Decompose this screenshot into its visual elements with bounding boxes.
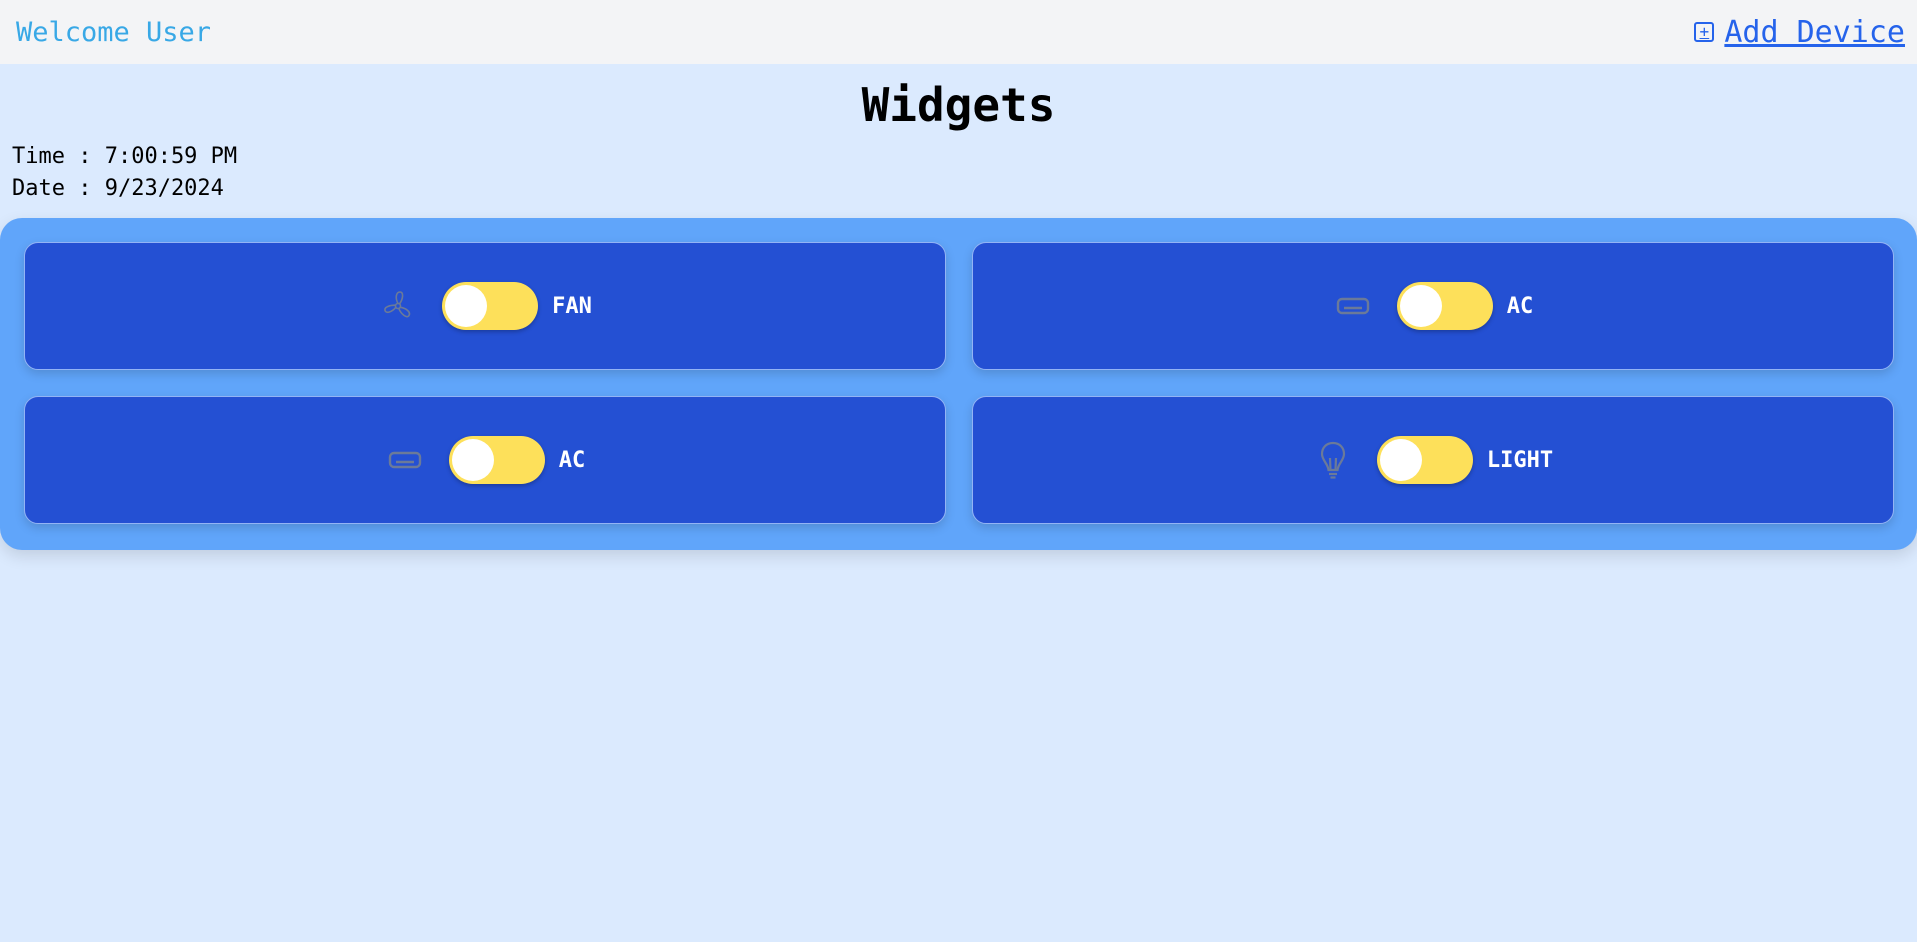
device-label: AC [558, 447, 586, 473]
air-conditioner-icon [1333, 286, 1373, 326]
page-title: Widgets [861, 78, 1056, 132]
device-card-ac: AC [972, 242, 1894, 370]
toggle-knob [451, 439, 494, 481]
light-toggle[interactable] [1376, 436, 1473, 484]
fan-icon [378, 286, 418, 326]
time-display: Time : 7:00:59 PM [12, 144, 238, 169]
toggle-knob [445, 285, 488, 327]
toggle-knob [1379, 439, 1422, 481]
welcome-text: Welcome User [16, 16, 212, 48]
date-display: Date : 9/23/2024 [12, 176, 224, 201]
add-device-link[interactable]: + Add Device [1694, 15, 1905, 50]
device-card-light: LIGHT [972, 396, 1894, 524]
device-label: AC [1506, 293, 1534, 319]
device-label: LIGHT [1486, 447, 1554, 473]
device-label: FAN [552, 293, 592, 319]
top-bar: Welcome User + Add Device [0, 0, 1917, 64]
ac-toggle[interactable] [448, 436, 545, 484]
widgets-panel: FAN AC AC LIGHT [0, 218, 1917, 550]
ac-toggle[interactable] [1396, 282, 1493, 330]
air-conditioner-icon [385, 440, 425, 480]
device-card-ac-2: AC [24, 396, 946, 524]
fan-toggle[interactable] [442, 282, 539, 330]
lightbulb-icon [1313, 440, 1353, 480]
plus-square-icon: + [1694, 22, 1715, 42]
add-device-label[interactable]: Add Device [1724, 15, 1905, 50]
device-card-fan: FAN [24, 242, 946, 370]
toggle-knob [1399, 285, 1442, 327]
